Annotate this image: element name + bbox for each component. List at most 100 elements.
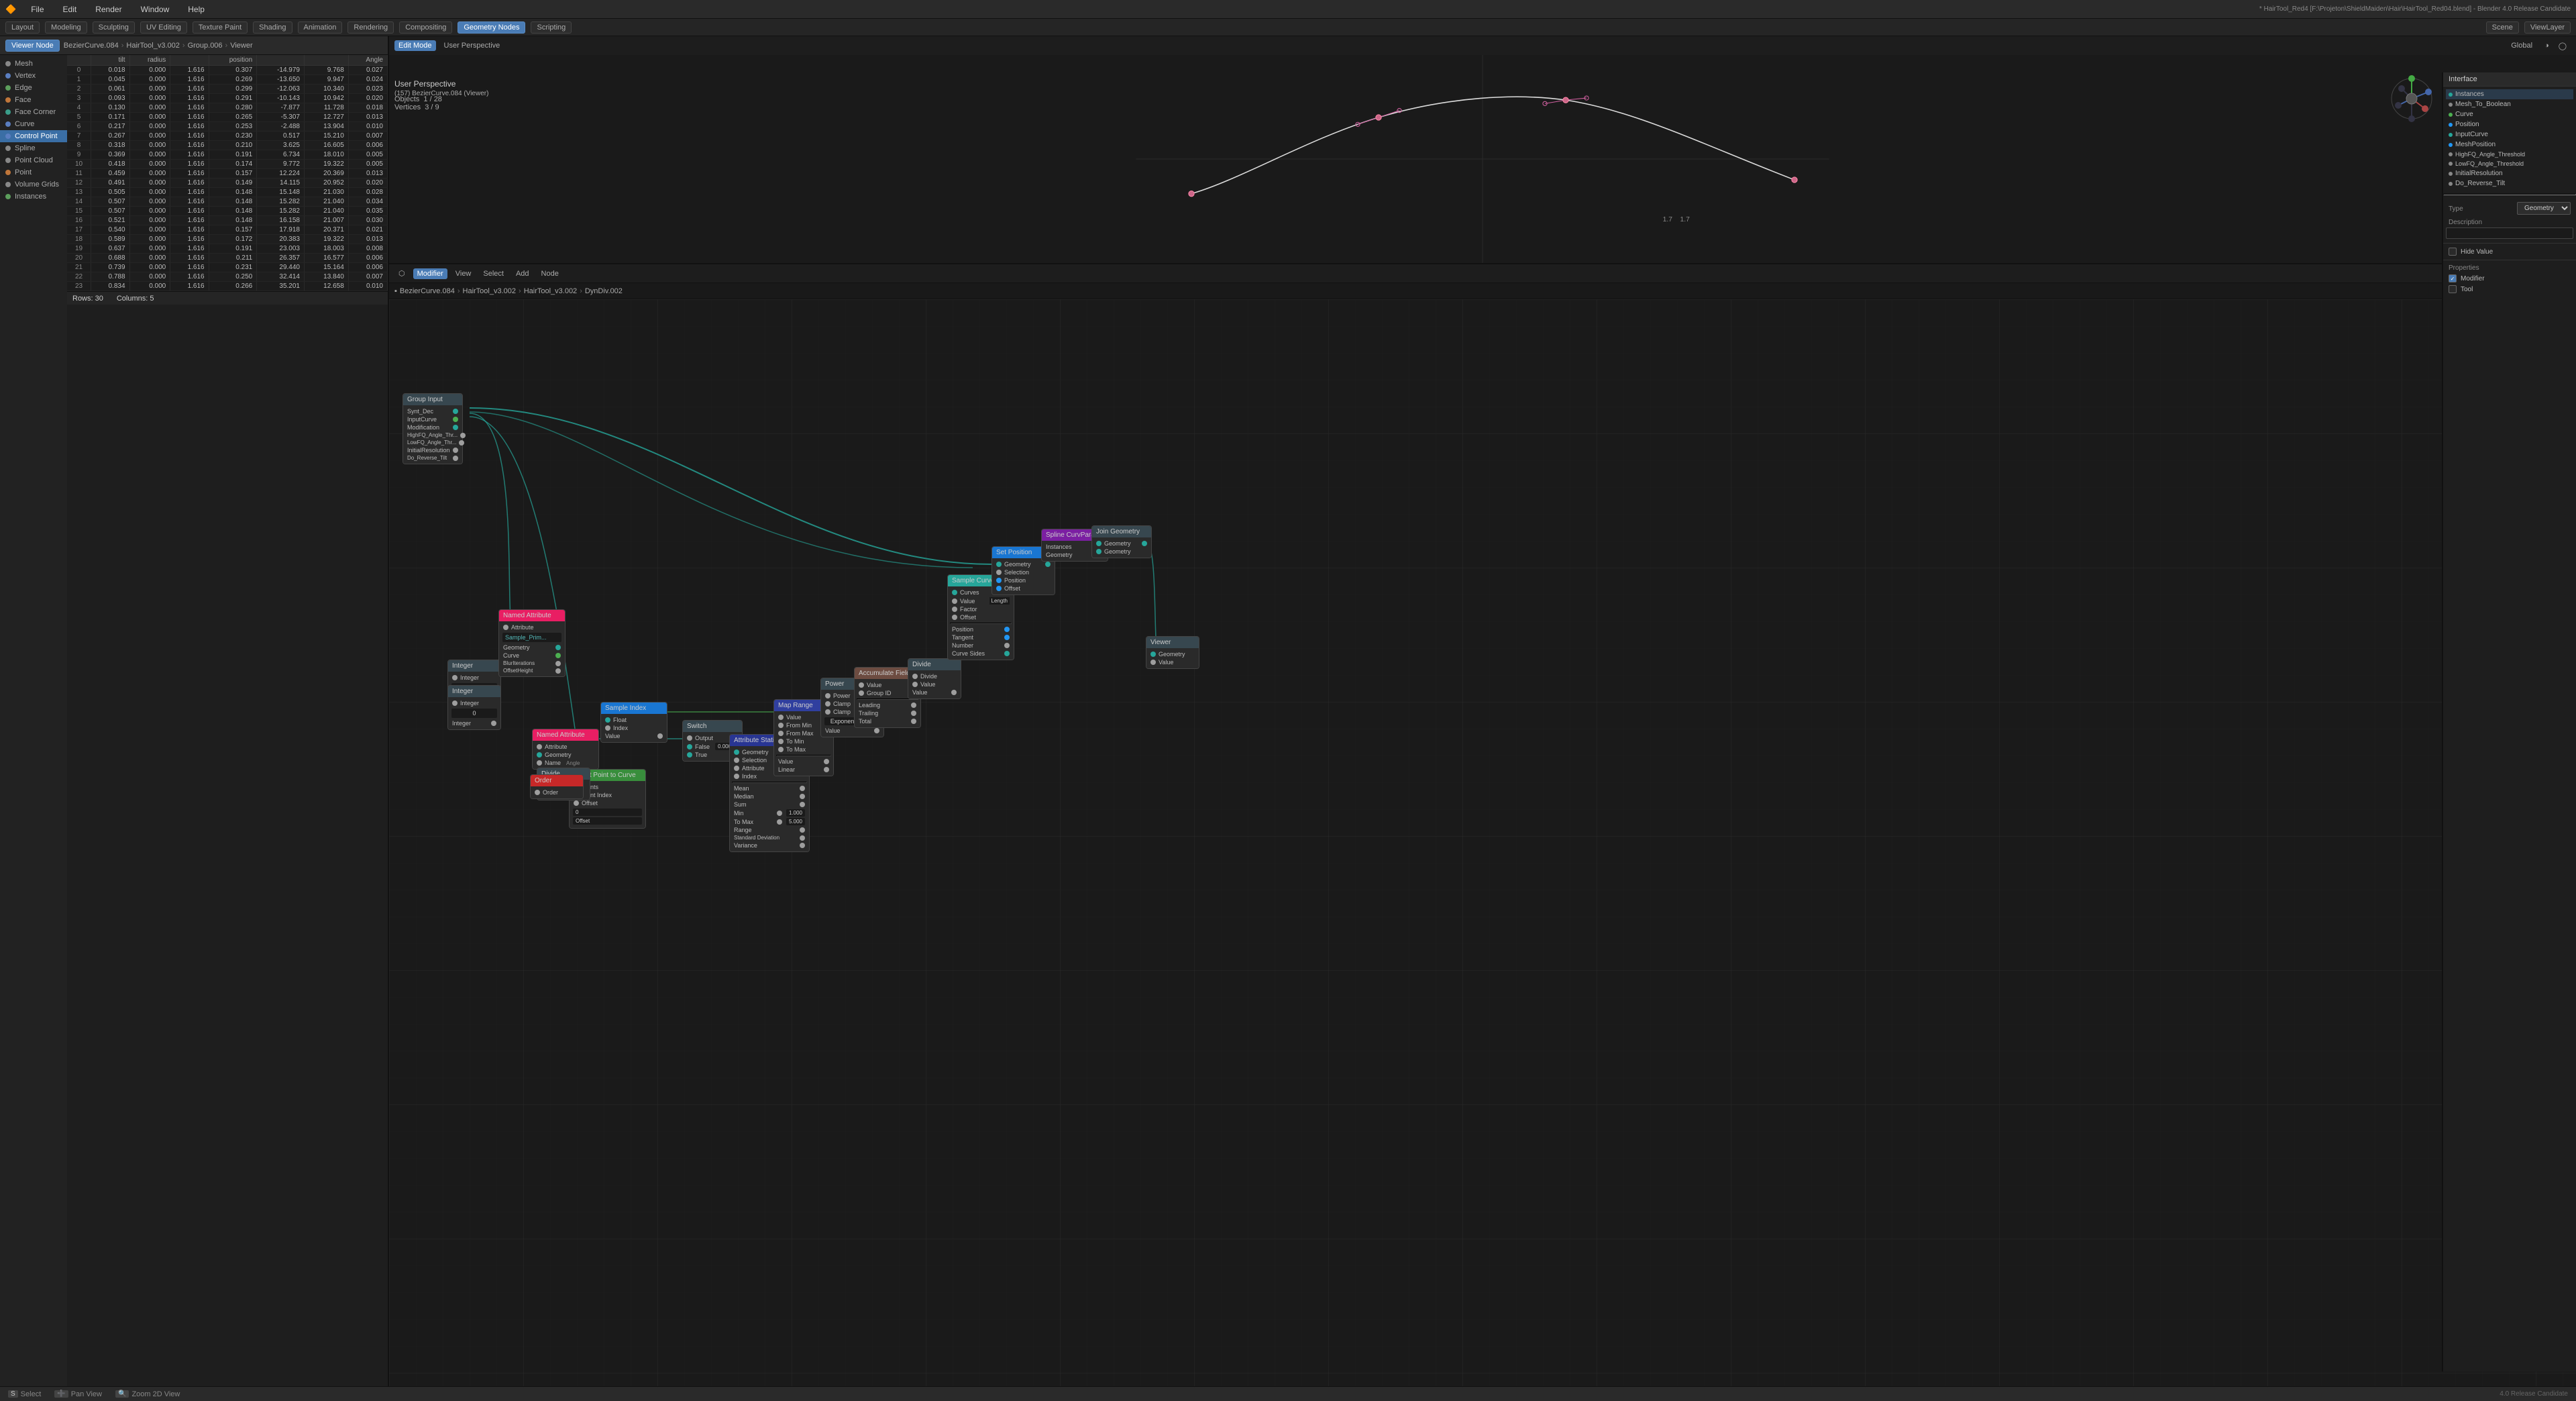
ne-path-bezier[interactable]: BezierCurve.084	[400, 287, 455, 295]
ne-view[interactable]: View	[451, 268, 476, 279]
tab-sculpting[interactable]: Sculpting	[93, 21, 135, 34]
nav-volume[interactable]: Volume Grids	[0, 178, 67, 191]
nav-control-point[interactable]: Control Point	[0, 130, 67, 142]
table-row: 13 0.505 0.000 1.616 0.148 15.148 21.030…	[67, 188, 388, 197]
nav-instances[interactable]: Instances	[0, 191, 67, 203]
cell-val3: 1.616	[170, 235, 209, 244]
sidebar-item-lowfq[interactable]: LowFQ_Angle_Threshold	[2446, 159, 2573, 168]
sidebar-item-initialres[interactable]: InitialResolution	[2446, 168, 2573, 178]
col-position[interactable]: position	[209, 55, 257, 66]
sock-as-sum	[800, 802, 805, 807]
sock-out-syndec	[453, 409, 458, 414]
node-join-geo[interactable]: Join Geometry Geometry Geometry	[1091, 525, 1152, 558]
path-viewer[interactable]: Viewer	[230, 42, 252, 50]
sidebar-item-reverse[interactable]: Do_Reverse_Tilt	[2446, 178, 2573, 189]
btn-scene[interactable]: Scene	[2486, 21, 2519, 34]
nav-face[interactable]: Face	[0, 94, 67, 106]
modifier-checkbox[interactable]: ✓	[2449, 274, 2457, 282]
tab-uv[interactable]: UV Editing	[140, 21, 187, 34]
tab-layout[interactable]: Layout	[5, 21, 40, 34]
int2-val[interactable]: 0	[451, 709, 497, 718]
sidebar-item-inputcurve[interactable]: InputCurve	[2446, 129, 2573, 140]
col-tilt[interactable]: tilt	[91, 55, 129, 66]
tab-animation[interactable]: Animation	[298, 21, 343, 34]
nr-sc-tan-out: Tangent	[950, 633, 1012, 641]
node-order[interactable]: Order Order	[530, 774, 584, 799]
ne-select[interactable]: Select	[479, 268, 508, 279]
nr-sp-offset: Offset	[994, 584, 1053, 592]
tool-checkbox[interactable]	[2449, 285, 2457, 293]
sidebar-hide-value[interactable]: Hide Value	[2446, 246, 2573, 257]
sidebar-item-curve[interactable]: Curve	[2446, 109, 2573, 119]
node-integer-2[interactable]: Integer Integer 0 Integer	[447, 685, 501, 730]
nav-spline[interactable]: Spline	[0, 142, 67, 154]
nav-curve[interactable]: Curve	[0, 118, 67, 130]
ne-node[interactable]: Node	[537, 268, 563, 279]
nav-vertex[interactable]: Vertex	[0, 70, 67, 82]
cell-val3: 1.616	[170, 66, 209, 75]
col-val6[interactable]	[305, 55, 349, 66]
col-radius[interactable]: radius	[129, 55, 170, 66]
sidebar-item-highfq[interactable]: HighFQ_Angle_Threshold	[2446, 150, 2573, 159]
tab-texture[interactable]: Texture Paint	[193, 21, 248, 34]
nav-pointcloud[interactable]: Point Cloud	[0, 154, 67, 166]
nav-mesh[interactable]: Mesh	[0, 58, 67, 70]
type-select[interactable]: Geometry Float Integer Vector Boolean	[2517, 202, 2571, 215]
node-named-attr-2[interactable]: Named Attribute Attribute Geometry	[532, 729, 599, 770]
tab-compositing[interactable]: Compositing	[399, 21, 452, 34]
overlay-toggle[interactable]: ◑	[2540, 40, 2553, 51]
ne-add[interactable]: Add	[512, 268, 533, 279]
tab-rendering[interactable]: Rendering	[347, 21, 394, 34]
hide-value-checkbox[interactable]	[2449, 248, 2457, 256]
sidebar-item-mesh[interactable]: Mesh_To_Boolean	[2446, 99, 2573, 109]
tab-modeling[interactable]: Modeling	[45, 21, 87, 34]
desc-input[interactable]	[2446, 227, 2573, 239]
menu-window[interactable]: Window	[137, 3, 174, 15]
btn-view[interactable]: User Perspective	[440, 40, 504, 51]
sidebar-item-instances[interactable]: Instances	[2446, 89, 2573, 99]
cell-tilt: 0.540	[91, 225, 129, 235]
tab-shading[interactable]: Shading	[253, 21, 292, 34]
cell-tilt: 0.688	[91, 254, 129, 263]
ne-path-0[interactable]: ▪	[394, 287, 397, 295]
nav-face-corner[interactable]: Face Corner	[0, 106, 67, 118]
right-sidebar: Interface Instances Mesh_To_Boolean Curv…	[2442, 72, 2576, 1371]
node-viewer[interactable]: Viewer Geometry Value	[1146, 636, 1199, 669]
btn-global[interactable]: Global	[2507, 40, 2536, 51]
sidebar-item-meshpos[interactable]: MeshPosition	[2446, 140, 2573, 150]
path-bezier[interactable]: BezierCurve.084	[64, 42, 119, 50]
na1-name-val[interactable]: Sample_Prim...	[502, 633, 561, 642]
nav-gizmo[interactable]	[2388, 75, 2435, 122]
viewer-node-btn[interactable]: Viewer Node	[5, 40, 60, 52]
node-sample-index[interactable]: Sample Index Float Index Value	[600, 702, 667, 743]
node-named-attr-1[interactable]: Named Attribute Attribute Sample_Prim...…	[498, 609, 566, 677]
ne-path-ht2[interactable]: HairTool_v3.002	[524, 287, 578, 295]
tab-scripting[interactable]: Scripting	[531, 21, 572, 34]
shading-toggle[interactable]: ◯	[2555, 40, 2571, 52]
ne-path-dyndiv[interactable]: DynDiv.002	[585, 287, 623, 295]
path-group[interactable]: Group.006	[188, 42, 223, 50]
sidebar-item-position[interactable]: Position	[2446, 119, 2573, 129]
col-angle[interactable]: Angle	[348, 55, 387, 66]
col-val5[interactable]	[257, 55, 305, 66]
mode-edit[interactable]: Edit Mode	[394, 40, 436, 51]
node-group-input[interactable]: Group Input Synt_Dec InputCurve	[402, 393, 463, 464]
ne-modifier[interactable]: Modifier	[413, 268, 447, 279]
col-val3[interactable]	[170, 55, 209, 66]
menu-render[interactable]: Render	[91, 3, 125, 15]
ne-path-ht1[interactable]: HairTool_v3.002	[463, 287, 517, 295]
nav-point[interactable]: Point	[0, 166, 67, 178]
sock-sc-val	[952, 599, 957, 604]
tab-geonodes[interactable]: Geometry Nodes	[458, 21, 525, 34]
menu-file[interactable]: File	[27, 3, 48, 15]
menu-help[interactable]: Help	[184, 3, 209, 15]
tool-checkbox-row[interactable]: Tool	[2446, 284, 2573, 295]
btn-viewlayer[interactable]: ViewLayer	[2524, 21, 2571, 34]
menu-edit[interactable]: Edit	[59, 3, 81, 15]
top-menubar: 🔶 File Edit Render Window Help * HairToo…	[0, 0, 2576, 19]
modifier-checkbox-row[interactable]: ✓ Modifier	[2446, 273, 2573, 284]
node-divide[interactable]: Divide Divide Value Value	[908, 658, 961, 699]
nav-edge[interactable]: Edge	[0, 82, 67, 94]
cell-radius: 0.000	[129, 94, 170, 103]
path-hairtool[interactable]: HairTool_v3.002	[126, 42, 180, 50]
